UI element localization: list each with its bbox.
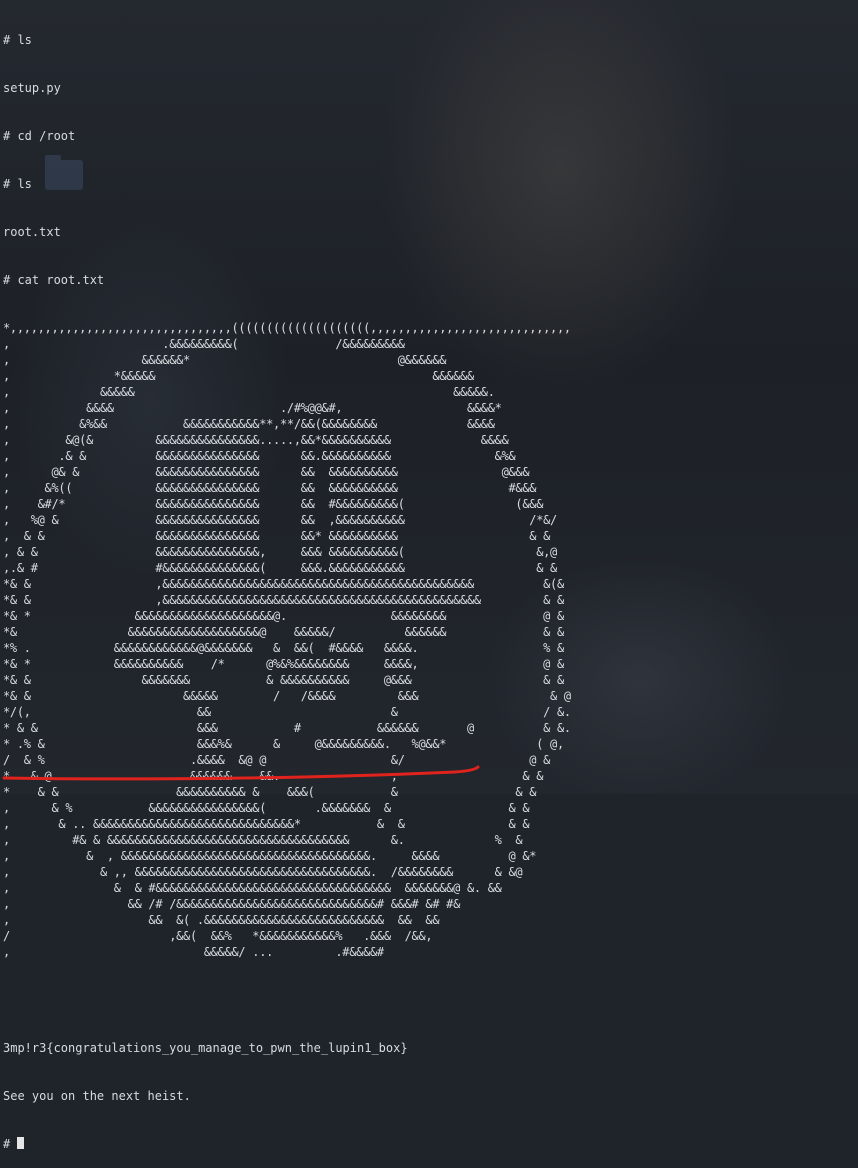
ascii-art-line: *& & &&&&& / /&&&& &&& & @ — [3, 689, 571, 703]
ascii-art-line: , &%(( &&&&&&&&&&&&&&& && &&&&&&&&&& #&&… — [3, 481, 537, 495]
ascii-art-line: , &%&& &&&&&&&&&&&**,**/&&(&&&&&&&& &&&& — [3, 417, 495, 431]
command-line: # cat root.txt — [3, 273, 105, 287]
ascii-art-line: * .% & &&&%& & @&&&&&&&&&. %@&&* ( @, — [3, 737, 564, 751]
ascii-art-line: , &@(& &&&&&&&&&&&&&&&.....,&&*&&&&&&&&&… — [3, 433, 509, 447]
ascii-art-line: , &#/* &&&&&&&&&&&&&&& && #&&&&&&&&&( (&… — [3, 497, 544, 511]
ascii-art-line: , &&&&& &&&&&. — [3, 385, 495, 399]
ascii-art-line: / ,&&( &&% *&&&&&&&&&&&% .&&& /&&, — [3, 929, 433, 943]
prompt-symbol: # — [3, 1137, 18, 1151]
command-line: # ls — [3, 33, 32, 47]
ascii-art-line: , @& & &&&&&&&&&&&&&&& && &&&&&&&&&& @&&… — [3, 465, 530, 479]
ascii-art-line: * & & &&&&&&&&&& & &&&( & & & — [3, 785, 537, 799]
terminal-output[interactable]: # ls setup.py # cd /root # ls root.txt #… — [3, 0, 858, 1168]
ascii-art-line: * & & &&& # &&&&&& @ & &. — [3, 721, 571, 735]
ascii-art-line: , &&&& ./#%@@&#, &&&&* — [3, 401, 502, 415]
ascii-art-line: , & & &&&&&&&&&&&&&&& &&* &&&&&&&&&& & & — [3, 529, 551, 543]
ascii-art-line: *& & ,&&&&&&&&&&&&&&&&&&&&&&&&&&&&&&&&&&… — [3, 593, 564, 607]
ascii-art-line: , & & &&&&&&&&&&&&&&&, &&& &&&&&&&&&&( &… — [3, 545, 557, 559]
command-line: # cd /root — [3, 129, 76, 143]
ascii-art-line: * & @ &&&&&& &&. , & & — [3, 769, 544, 783]
ascii-art-line: , #& & &&&&&&&&&&&&&&&&&&&&&&&&&&&&&&&&&… — [3, 833, 523, 847]
ascii-art-line: , & ,, &&&&&&&&&&&&&&&&&&&&&&&&&&&&&&&&&… — [3, 865, 523, 879]
flag-line: 3mp!r3{congratulations_you_manage_to_pwn… — [3, 1041, 408, 1055]
output-line: setup.py — [3, 81, 61, 95]
ascii-art-line: *& * &&&&&&&&&& /* @%&%&&&&&&&& &&&&, @ … — [3, 657, 564, 671]
output-line: root.txt — [3, 225, 61, 239]
ascii-art-line: *& & &&&&&&& & &&&&&&&&&& @&&& & & — [3, 673, 564, 687]
ascii-art-line: , & , &&&&&&&&&&&&&&&&&&&&&&&&&&&&&&&&&&… — [3, 849, 537, 863]
cursor — [17, 1137, 25, 1149]
ascii-art-line: , &&&&&/ ... .#&&&&# — [3, 945, 384, 959]
prompt-line[interactable]: # — [3, 1136, 858, 1152]
ascii-art-line: *& &&&&&&&&&&&&&&&&&&&@ &&&&&/ &&&&&& & … — [3, 625, 564, 639]
ascii-art-line: *,,,,,,,,,,,,,,,,,,,,,,,,,,,,,,,,(((((((… — [3, 321, 571, 335]
ascii-art-line: *& & ,&&&&&&&&&&&&&&&&&&&&&&&&&&&&&&&&&&… — [3, 577, 564, 591]
message-line: See you on the next heist. — [3, 1089, 191, 1103]
ascii-art-line: *& * &&&&&&&&&&&&&&&&&&&&@. &&&&&&&& @ & — [3, 609, 564, 623]
ascii-art-line: , & & #&&&&&&&&&&&&&&&&&&&&&&&&&&&&&&&&&… — [3, 881, 502, 895]
ascii-art-line: , & % &&&&&&&&&&&&&&&&( .&&&&&&& & & & — [3, 801, 530, 815]
ascii-art-line: ,.& # #&&&&&&&&&&&&&&( &&&.&&&&&&&&&&& &… — [3, 561, 557, 575]
ascii-art-line: , .& & &&&&&&&&&&&&&&& &&.&&&&&&&&&& &%& — [3, 449, 516, 463]
ascii-art-line: , &&&&&&* @&&&&&& — [3, 353, 447, 367]
ascii-art-line: , *&&&&& &&&&&& — [3, 369, 474, 383]
ascii-art-line: *% . &&&&&&&&&&&&@&&&&&&& & &&( #&&&& &&… — [3, 641, 564, 655]
ascii-art: *,,,,,,,,,,,,,,,,,,,,,,,,,,,,,,,,(((((((… — [3, 320, 858, 960]
ascii-art-line: , & .. &&&&&&&&&&&&&&&&&&&&&&&&&&&&&* & … — [3, 817, 530, 831]
ascii-art-line: , %@ & &&&&&&&&&&&&&&& && ,&&&&&&&&&& /*… — [3, 513, 557, 527]
ascii-art-line: */(, && & / &. — [3, 705, 571, 719]
ascii-art-line: / & % .&&&& &@ @ &/ @ & — [3, 753, 551, 767]
ascii-art-line: , && /# /&&&&&&&&&&&&&&&&&&&&&&&&&&&&&# … — [3, 897, 461, 911]
ascii-art-line: , .&&&&&&&&&( /&&&&&&&&& — [3, 337, 405, 351]
ascii-art-line: , && &( .&&&&&&&&&&&&&&&&&&&&&&&&&& && &… — [3, 913, 440, 927]
command-line: # ls — [3, 177, 32, 191]
